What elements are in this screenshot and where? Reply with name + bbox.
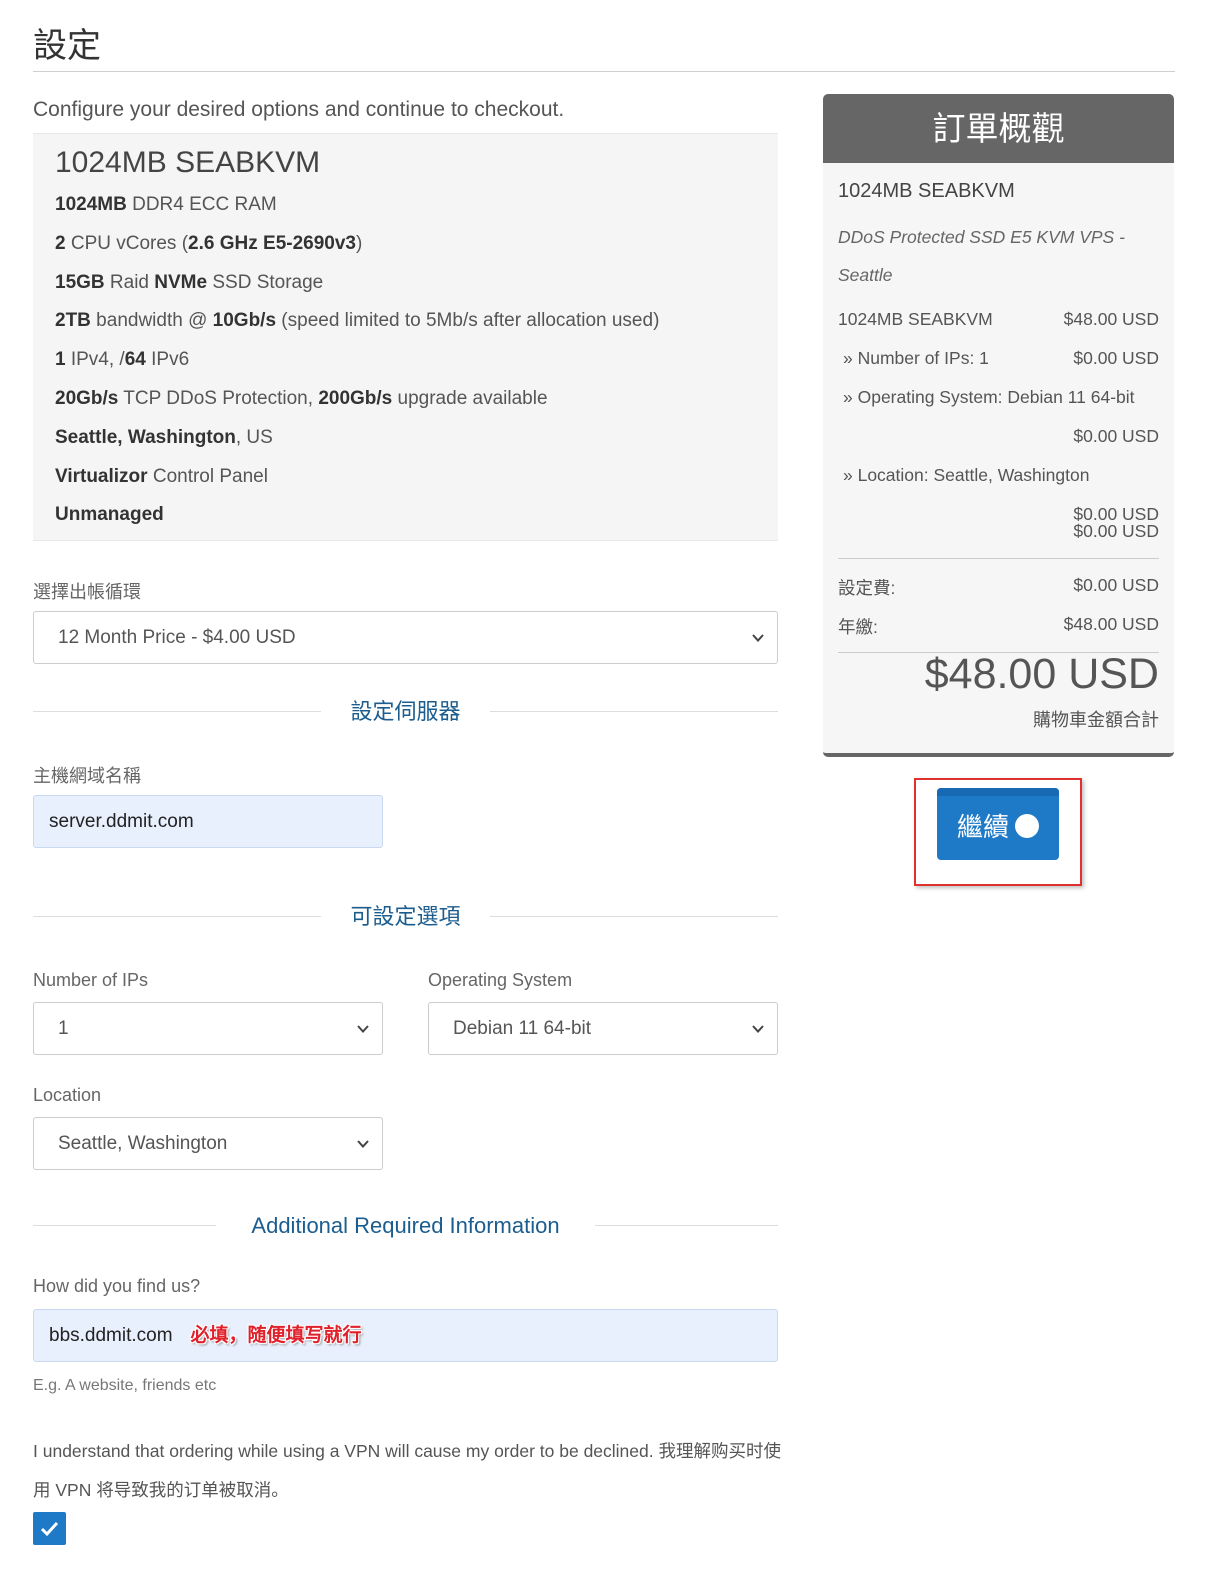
product-name: 1024MB SEABKVM <box>55 146 321 179</box>
billing-cycle-value: 12 Month Price - $4.00 USD <box>58 627 296 648</box>
find-us-help: E.g. A website, friends etc <box>33 1377 217 1394</box>
summary-base-name: 1024MB SEABKVM <box>838 309 993 329</box>
find-us-input[interactable]: bbs.ddmit.com 必填，随便填写就行 <box>33 1309 778 1362</box>
feature-ram: 1024MB DDR4 ECC RAM <box>55 194 277 215</box>
options-section-header: 可設定選項 <box>33 902 778 932</box>
feature-managed: Unmanaged <box>55 504 164 526</box>
intro-text: Configure your desired options and conti… <box>33 98 565 121</box>
page-title: 設定 <box>33 26 101 66</box>
summary-annual-label: 年繳: <box>838 617 878 637</box>
summary-base-price: $48.00 USD <box>1063 309 1159 329</box>
summary-os-row: » Operating System: Debian 11 64-bit <box>838 387 1159 408</box>
order-summary-title: 訂單概觀 <box>823 94 1174 163</box>
summary-product-group: DDoS Protected SSD E5 KVM VPS - Seattle <box>838 227 1125 285</box>
feature-bandwidth: 2TB bandwidth @ 10Gb/s (speed limited to… <box>55 310 660 332</box>
ips-label: Number of IPs <box>33 970 149 990</box>
vpn-agreement-checkbox[interactable] <box>33 1512 66 1545</box>
order-summary-panel: 訂單概觀 1024MB SEABKVM DDoS Protected SSD E… <box>823 94 1174 757</box>
find-us-value: bbs.ddmit.com <box>49 1325 173 1346</box>
feature-cpu: 2 CPU vCores (2.6 GHz E5-2690v3) <box>55 232 363 254</box>
billing-cycle-select[interactable]: 12 Month Price - $4.00 USD <box>33 611 778 664</box>
feature-location: Seattle, Washington, US <box>55 426 273 448</box>
ips-value: 1 <box>58 1018 69 1039</box>
os-value: Debian 11 64-bit <box>453 1018 592 1039</box>
hostname-input[interactable]: server.ddmit.com <box>33 795 383 848</box>
hostname-label: 主機網域名稱 <box>33 766 141 786</box>
feature-ip: 1 IPv4, /64 IPv6 <box>55 349 190 371</box>
summary-ips-option: » Number of IPs: 1 <box>843 348 989 368</box>
server-section-title: 設定伺服器 <box>350 699 461 724</box>
additional-section-header: Additional Required Information <box>33 1211 778 1241</box>
chevron-down-icon <box>752 1025 764 1033</box>
location-label: Location <box>33 1085 102 1105</box>
summary-location-option: » Location: Seattle, Washington <box>843 465 1090 485</box>
hostname-value: server.ddmit.com <box>49 811 194 832</box>
summary-annual-price: $48.00 USD <box>1063 614 1159 634</box>
product-info-panel: 1024MB SEABKVM 1024MB DDR4 ECC RAM 2 CPU… <box>33 133 778 541</box>
summary-base-row: 1024MB SEABKVM $48.00 USD <box>838 309 1159 330</box>
summary-location-row: » Location: Seattle, Washington <box>838 465 1159 486</box>
title-divider <box>33 71 1175 72</box>
os-label: Operating System <box>428 970 573 990</box>
find-us-label: How did you find us? <box>33 1276 201 1296</box>
server-section-header: 設定伺服器 <box>33 697 778 727</box>
summary-os-option: » Operating System: Debian 11 64-bit <box>843 387 1135 407</box>
summary-extra-price: $0.00 USD <box>1073 521 1159 541</box>
summary-setup-label: 設定費: <box>838 578 896 598</box>
chevron-down-icon <box>752 634 764 642</box>
continue-button-label: 繼續 <box>956 813 1009 843</box>
summary-os-price: $0.00 USD <box>1073 426 1159 446</box>
location-select[interactable]: Seattle, Washington <box>33 1117 383 1170</box>
summary-product-name: 1024MB SEABKVM <box>838 180 1015 202</box>
summary-divider <box>838 558 1159 559</box>
location-value: Seattle, Washington <box>58 1133 228 1154</box>
summary-ips-price: $0.00 USD <box>1073 348 1159 368</box>
chevron-down-icon <box>357 1140 369 1148</box>
chevron-down-icon <box>357 1025 369 1033</box>
continue-button[interactable]: 繼續 <box>937 788 1059 860</box>
summary-setup-price: $0.00 USD <box>1073 575 1159 595</box>
required-annotation: 必填，随便填写就行 <box>190 1324 362 1347</box>
summary-annual-row: 年繳: $48.00 USD <box>838 614 1159 639</box>
feature-ddos: 20Gb/s TCP DDoS Protection, 200Gb/s upgr… <box>55 387 548 409</box>
feature-panel: Virtualizor Control Panel <box>55 465 268 487</box>
circle-arrow-right-icon <box>1015 813 1039 857</box>
feature-storage: 15GB Raid NVMe SSD Storage <box>55 271 324 293</box>
checkmark-icon <box>40 1521 59 1537</box>
summary-ips-row: » Number of IPs: 1 $0.00 USD <box>838 348 1159 369</box>
summary-setup-row: 設定費: $0.00 USD <box>838 575 1159 600</box>
os-select[interactable]: Debian 11 64-bit <box>428 1002 778 1055</box>
vpn-agreement-text: I understand that ordering while using a… <box>33 1441 781 1500</box>
ips-select[interactable]: 1 <box>33 1002 383 1055</box>
billing-cycle-label: 選擇出帳循環 <box>33 582 141 602</box>
additional-section-title: Additional Required Information <box>251 1213 560 1238</box>
summary-total: $48.00 USD <box>924 650 1159 698</box>
options-section-title: 可設定選項 <box>350 904 461 929</box>
summary-total-label: 購物車金額合計 <box>1033 710 1159 730</box>
